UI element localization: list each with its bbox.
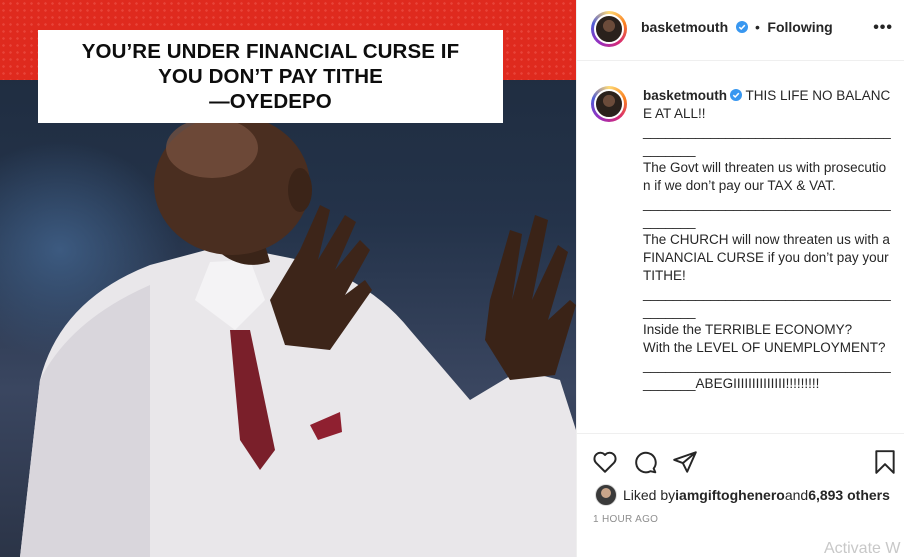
liker-username[interactable]: iamgiftoghenero [675,487,785,503]
share-icon[interactable] [672,449,698,475]
headline-line: YOU’RE UNDER FINANCIAL CURSE IF [81,40,460,63]
caption-avatar[interactable] [591,86,627,122]
caption-username[interactable]: basketmouth [643,88,727,103]
avatar-image [594,89,624,119]
header-separator: • [755,19,760,35]
likes-prefix: Liked by [623,487,676,503]
post-header: basketmouth • Following ••• [577,0,904,61]
liker-avatar[interactable] [595,484,617,506]
header-avatar[interactable] [591,11,627,47]
likes-row: Liked by iamgiftoghenero and 6,893 other… [595,484,890,506]
post-image[interactable]: YOU’RE UNDER FINANCIAL CURSE IF YOU DON’… [0,0,576,557]
more-horizontal-icon[interactable]: ••• [873,19,893,37]
headline-line: YOU DON’T PAY TITHE [158,65,383,88]
header-user-row: basketmouth • Following [641,19,833,37]
following-button[interactable]: Following [767,19,832,35]
headline-line: —OYEDEPO [209,90,332,113]
verified-badge-icon [730,89,743,101]
comment-icon[interactable] [632,449,658,475]
likes-others-link[interactable]: 6,893 others [808,487,890,503]
headline: YOU’RE UNDER FINANCIAL CURSE IF YOU DON’… [82,39,459,114]
likes-middle: and [784,487,809,503]
verified-badge-icon [735,21,748,33]
post-side-panel: basketmouth • Following ••• basketmouth … [576,0,904,557]
bookmark-icon[interactable] [872,449,898,475]
header-username[interactable]: basketmouth [641,19,728,35]
post-timestamp[interactable]: 1 HOUR AGO [593,514,658,525]
headline-card: YOU’RE UNDER FINANCIAL CURSE IF YOU DON’… [38,30,503,123]
avatar-image [594,14,624,44]
heart-icon[interactable] [592,449,618,475]
caption-text: THIS LIFE NO BALANCE AT ALL!! __________… [643,88,891,391]
caption: basketmouth THIS LIFE NO BALANCE AT ALL!… [643,87,891,393]
activate-windows-watermark: Activate W [824,540,901,557]
